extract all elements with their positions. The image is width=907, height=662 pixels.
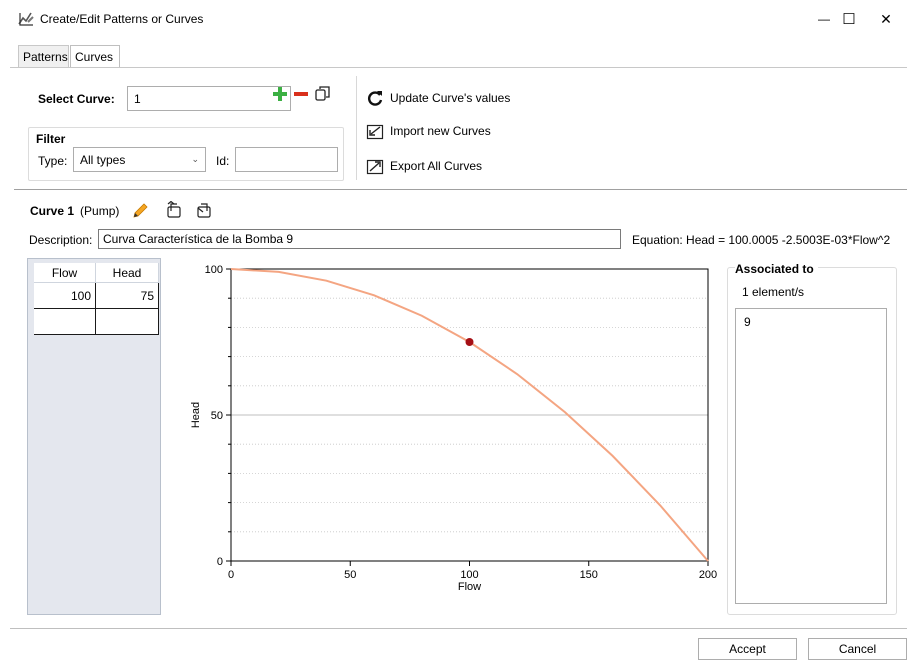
export-label: Export All Curves — [390, 159, 483, 173]
export-icon — [366, 159, 384, 175]
select-curve-row: Select Curve: 1 ⌄ — [30, 84, 350, 114]
data-table: Flow Head 100 75 — [27, 258, 161, 615]
footer-divider — [10, 628, 907, 629]
equation-text: Equation: Head = 100.0005 -2.5003E-03*Fl… — [632, 233, 891, 247]
x-tick-label: 0 — [228, 569, 234, 581]
vertical-separator — [356, 76, 357, 180]
select-curve-combo[interactable]: 1 ⌄ — [127, 86, 291, 111]
table-cell[interactable] — [34, 309, 96, 335]
undo-icon — [167, 200, 181, 218]
horizontal-separator — [14, 189, 907, 190]
copy-icon — [315, 86, 330, 101]
update-label: Update Curve's values — [390, 91, 511, 105]
x-tick-label: 100 — [460, 569, 478, 581]
export-all-curves-button[interactable]: Export All Curves — [366, 157, 482, 175]
y-tick-label: 0 — [217, 556, 223, 568]
minus-icon — [294, 92, 308, 96]
window-title: Create/Edit Patterns or Curves — [40, 12, 204, 26]
import-curves-button[interactable]: Import new Curves — [366, 122, 491, 140]
add-curve-button[interactable] — [272, 86, 288, 105]
type-combo-value: All types — [80, 152, 126, 167]
column-header-flow[interactable]: Flow — [34, 263, 96, 283]
y-axis-label: Head — [190, 402, 202, 428]
x-tick-label: 200 — [699, 569, 717, 581]
select-curve-value: 1 — [134, 91, 141, 106]
redo-icon — [197, 203, 211, 218]
description-input[interactable]: Curva Característica de la Bomba 9 — [98, 229, 621, 249]
associated-count: 1 element/s — [742, 285, 805, 299]
associated-title: Associated to — [735, 262, 818, 276]
description-value: Curva Característica de la Bomba 9 — [103, 232, 294, 246]
chevron-down-icon: ⌄ — [191, 154, 199, 164]
tab-divider — [10, 67, 907, 68]
id-label: Id: — [216, 154, 230, 168]
update-curve-values-button[interactable]: Update Curve's values — [366, 89, 510, 107]
close-icon: ✕ — [880, 10, 892, 27]
associated-list[interactable]: 9 — [735, 308, 887, 604]
import-label: Import new Curves — [390, 124, 491, 138]
tab-curves[interactable]: Curves — [70, 45, 120, 68]
remove-curve-button[interactable] — [293, 86, 309, 105]
curve-name: Curve 1 — [30, 204, 75, 218]
head-flow-chart: 0 50 100 0 50 100 150 200 Flow Head — [190, 264, 717, 593]
x-axis-label: Flow — [458, 581, 481, 593]
x-tick-label: 50 — [344, 569, 356, 581]
table-cell[interactable]: 75 — [96, 283, 159, 309]
cancel-button[interactable]: Cancel — [808, 638, 907, 660]
copy-curve-button[interactable] — [314, 85, 331, 105]
plus-icon — [273, 87, 287, 101]
filter-title: Filter — [36, 132, 66, 146]
type-label: Type: — [38, 154, 68, 168]
curve-header: Curve 1 (Pump) — [30, 204, 119, 218]
refresh-icon — [368, 91, 383, 106]
y-tick-label: 50 — [211, 410, 223, 422]
maximize-icon: ☐ — [842, 11, 856, 28]
list-item[interactable]: 9 — [736, 309, 886, 335]
accept-button[interactable]: Accept — [698, 638, 797, 660]
maximize-button[interactable]: ☐ — [829, 6, 869, 32]
undo-curve-button[interactable] — [164, 200, 184, 222]
redo-curve-button[interactable] — [194, 201, 214, 222]
close-button[interactable]: ✕ — [866, 6, 906, 32]
column-header-head[interactable]: Head — [96, 263, 159, 283]
curve-kind: (Pump) — [80, 204, 120, 218]
x-tick-label: 150 — [580, 569, 598, 581]
type-combo[interactable]: All types ⌄ — [73, 147, 206, 172]
edit-curve-button[interactable] — [131, 202, 149, 223]
id-input[interactable] — [235, 147, 338, 172]
table-cell[interactable] — [96, 309, 159, 335]
tab-patterns[interactable]: Patterns — [18, 45, 69, 67]
import-icon — [366, 124, 384, 140]
app-icon — [17, 10, 35, 28]
data-point — [465, 338, 474, 346]
table-cell[interactable]: 100 — [34, 283, 96, 309]
pencil-icon — [133, 203, 148, 218]
y-tick-label: 100 — [205, 264, 223, 276]
select-curve-label: Select Curve: — [38, 92, 115, 106]
description-label: Description: — [29, 233, 93, 247]
